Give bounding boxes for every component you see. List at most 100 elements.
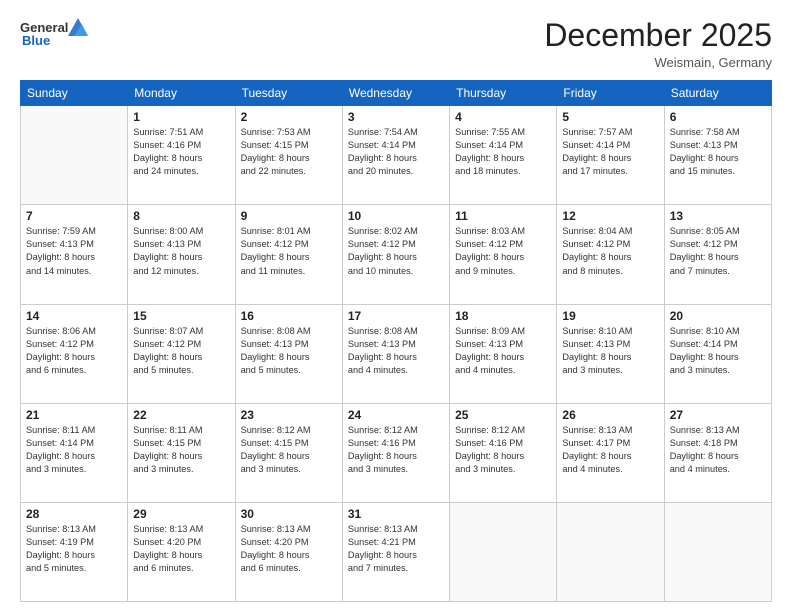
daylight-hours: Daylight: 8 hours [455,351,551,364]
sunset-info: Sunset: 4:13 PM [670,139,766,152]
sunset-info: Sunset: 4:12 PM [348,238,444,251]
cell-info: Sunrise: 8:07 AMSunset: 4:12 PMDaylight:… [133,325,229,377]
sunrise-info: Sunrise: 8:08 AM [348,325,444,338]
cell-detail: and 3 minutes. [26,463,122,476]
day-number: 2 [241,110,337,124]
cell-info: Sunrise: 8:10 AMSunset: 4:13 PMDaylight:… [562,325,658,377]
cell-info: Sunrise: 8:05 AMSunset: 4:12 PMDaylight:… [670,225,766,277]
day-number: 16 [241,309,337,323]
cell-info: Sunrise: 7:55 AMSunset: 4:14 PMDaylight:… [455,126,551,178]
logo: General Blue [20,18,88,48]
daylight-hours: Daylight: 8 hours [26,549,122,562]
day-number: 5 [562,110,658,124]
sunrise-info: Sunrise: 8:12 AM [348,424,444,437]
table-row: 31 Sunrise: 8:13 AMSunset: 4:21 PMDayligh… [342,502,449,601]
day-number: 31 [348,507,444,521]
daylight-hours: Daylight: 8 hours [455,152,551,165]
daylight-hours: Daylight: 8 hours [562,251,658,264]
sunrise-info: Sunrise: 8:08 AM [241,325,337,338]
table-row: 14Sunrise: 8:06 AMSunset: 4:12 PMDayligh… [21,304,128,403]
day-number: 18 [455,309,551,323]
cell-info: Sunrise: 8:13 AMSunset: 4:19 PMDaylight:… [26,523,122,575]
sunrise-info: Sunrise: 8:03 AM [455,225,551,238]
table-row: 27Sunrise: 8:13 AMSunset: 4:18 PMDayligh… [664,403,771,502]
day-number: 4 [455,110,551,124]
day-number: 10 [348,209,444,223]
table-row [21,106,128,205]
day-number: 29 [133,507,229,521]
cell-detail: and 20 minutes. [348,165,444,178]
col-friday: Friday [557,81,664,106]
day-number: 7 [26,209,122,223]
cell-info: Sunrise: 8:13 AMSunset: 4:21 PMDaylight:… [348,523,444,575]
table-row: 25Sunrise: 8:12 AMSunset: 4:16 PMDayligh… [450,403,557,502]
daylight-hours: Daylight: 8 hours [670,351,766,364]
daylight-hours: Daylight: 8 hours [670,450,766,463]
day-number: 19 [562,309,658,323]
cell-detail: and 3 minutes. [348,463,444,476]
sunrise-info: Sunrise: 8:10 AM [562,325,658,338]
sunset-info: Sunset: 4:20 PM [241,536,337,549]
sunrise-info: Sunrise: 8:11 AM [133,424,229,437]
day-number: 27 [670,408,766,422]
sunset-info: Sunset: 4:14 PM [562,139,658,152]
table-row: 2Sunrise: 7:53 AMSunset: 4:15 PMDaylight… [235,106,342,205]
daylight-hours: Daylight: 8 hours [26,351,122,364]
sunrise-info: Sunrise: 8:04 AM [562,225,658,238]
daylight-hours: Daylight: 8 hours [562,450,658,463]
sunrise-info: Sunrise: 8:13 AM [562,424,658,437]
calendar-week-row: 28 Sunrise: 8:13 AMSunset: 4:19 PMDayligh… [21,502,772,601]
sunrise-info: Sunrise: 8:09 AM [455,325,551,338]
cell-detail: and 3 minutes. [133,463,229,476]
table-row: 1Sunrise: 7:51 AMSunset: 4:16 PMDaylight… [128,106,235,205]
sunset-info: Sunset: 4:12 PM [26,338,122,351]
table-row [557,502,664,601]
calendar-table: Sunday Monday Tuesday Wednesday Thursday… [20,80,772,602]
day-number: 24 [348,408,444,422]
sunset-info: Sunset: 4:14 PM [348,139,444,152]
cell-info: Sunrise: 7:54 AMSunset: 4:14 PMDaylight:… [348,126,444,178]
table-row: 12Sunrise: 8:04 AMSunset: 4:12 PMDayligh… [557,205,664,304]
daylight-hours: Daylight: 8 hours [348,450,444,463]
cell-detail: and 5 minutes. [133,364,229,377]
cell-info: Sunrise: 8:12 AMSunset: 4:15 PMDaylight:… [241,424,337,476]
calendar-week-row: 14Sunrise: 8:06 AMSunset: 4:12 PMDayligh… [21,304,772,403]
col-wednesday: Wednesday [342,81,449,106]
sunrise-info: Sunrise: 7:53 AM [241,126,337,139]
sunrise-info: Sunrise: 8:13 AM [348,523,444,536]
month-title: December 2025 [544,18,772,53]
cell-detail: and 4 minutes. [670,463,766,476]
sunset-info: Sunset: 4:14 PM [26,437,122,450]
day-number: 3 [348,110,444,124]
daylight-hours: Daylight: 8 hours [241,152,337,165]
sunrise-info: Sunrise: 8:12 AM [241,424,337,437]
col-tuesday: Tuesday [235,81,342,106]
sunrise-info: Sunrise: 8:10 AM [670,325,766,338]
sunrise-info: Sunrise: 8:11 AM [26,424,122,437]
sunset-info: Sunset: 4:21 PM [348,536,444,549]
sunrise-info: Sunrise: 8:05 AM [670,225,766,238]
day-number: 9 [241,209,337,223]
daylight-hours: Daylight: 8 hours [562,152,658,165]
daylight-hours: Daylight: 8 hours [133,351,229,364]
cell-info: Sunrise: 8:08 AMSunset: 4:13 PMDaylight:… [241,325,337,377]
sunrise-info: Sunrise: 7:59 AM [26,225,122,238]
table-row: 3 Sunrise: 7:54 AMSunset: 4:14 PMDaylight… [342,106,449,205]
sunrise-info: Sunrise: 8:13 AM [133,523,229,536]
sunset-info: Sunset: 4:13 PM [241,338,337,351]
sunrise-info: Sunrise: 8:13 AM [241,523,337,536]
cell-detail: and 3 minutes. [562,364,658,377]
day-number: 21 [26,408,122,422]
cell-info: Sunrise: 7:57 AMSunset: 4:14 PMDaylight:… [562,126,658,178]
daylight-hours: Daylight: 8 hours [348,549,444,562]
sunrise-info: Sunrise: 7:57 AM [562,126,658,139]
daylight-hours: Daylight: 8 hours [241,549,337,562]
sunrise-info: Sunrise: 8:07 AM [133,325,229,338]
table-row [450,502,557,601]
sunset-info: Sunset: 4:12 PM [241,238,337,251]
cell-detail: and 8 minutes. [562,265,658,278]
sunrise-info: Sunrise: 7:58 AM [670,126,766,139]
day-number: 28 [26,507,122,521]
day-number: 8 [133,209,229,223]
cell-detail: and 7 minutes. [348,562,444,575]
